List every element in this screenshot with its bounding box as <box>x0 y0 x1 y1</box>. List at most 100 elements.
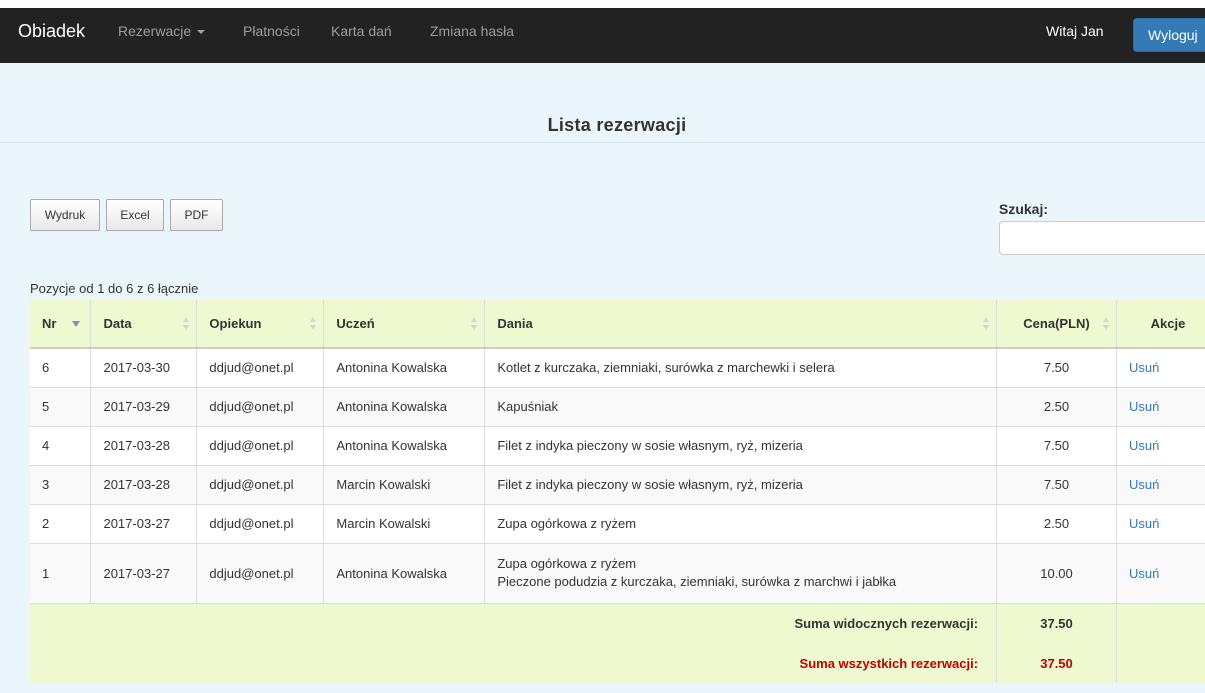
col-header-label: Akcje <box>1150 316 1186 331</box>
cell-dishes: Filet z indyka pieczony w sosie własnym,… <box>484 426 998 466</box>
cell-student: Antonina Kowalska <box>323 387 486 427</box>
delete-link[interactable]: Usuń <box>1129 516 1159 531</box>
cell-actions: Usuń <box>1116 543 1205 604</box>
col-header-label: Cena(PLN) <box>1023 316 1090 331</box>
col-header-label: Dania <box>497 316 533 331</box>
brand-logo[interactable]: Obiadek <box>18 21 85 42</box>
dish-line: Kotlet z kurczaka, ziemniaki, surówka z … <box>497 359 835 375</box>
col-header-actions[interactable]: Akcje <box>1116 300 1205 349</box>
table-row: 6 2017-03-30 ddjud@onet.pl Antonina Kowa… <box>30 348 1205 388</box>
col-header-nr[interactable]: Nr <box>30 300 92 349</box>
nav-platnosci[interactable]: Płatności <box>243 23 300 39</box>
cell-price: 2.50 <box>996 387 1117 427</box>
table-row: 5 2017-03-29 ddjud@onet.pl Antonina Kowa… <box>30 387 1205 427</box>
cell-actions: Usuń <box>1116 348 1205 388</box>
table-row: 1 2017-03-27 ddjud@onet.pl Antonina Kowa… <box>30 543 1205 604</box>
cell-actions: Usuń <box>1116 426 1205 466</box>
table-row: 3 2017-03-28 ddjud@onet.pl Marcin Kowals… <box>30 465 1205 505</box>
cell-student: Antonina Kowalska <box>323 543 486 604</box>
cell-nr: 3 <box>30 465 92 505</box>
cell-dishes: Kapuśniak <box>484 387 998 427</box>
cell-dishes: Kotlet z kurczaka, ziemniaki, surówka z … <box>484 348 998 388</box>
col-header-label: Data <box>103 316 132 331</box>
delete-link[interactable]: Usuń <box>1129 360 1159 375</box>
delete-link[interactable]: Usuń <box>1129 566 1159 581</box>
sum-visible-empty <box>1116 603 1205 643</box>
dish-line: Filet z indyka pieczony w sosie własnym,… <box>497 476 803 492</box>
cell-guardian: ddjud@onet.pl <box>196 348 325 388</box>
nav-rezerwacje-label: Rezerwacje <box>118 23 192 39</box>
cell-date: 2017-03-27 <box>90 543 198 604</box>
sum-visible-value: 37.50 <box>996 603 1117 643</box>
excel-button[interactable]: Excel <box>106 199 164 231</box>
sum-all-row: Suma wszystkich rezerwacji: 37.50 <box>30 643 1205 683</box>
col-header-student[interactable]: Uczeń <box>323 300 486 349</box>
cell-actions: Usuń <box>1116 504 1205 544</box>
cell-date: 2017-03-28 <box>90 426 198 466</box>
cell-price: 2.50 <box>996 504 1117 544</box>
cell-student: Antonina Kowalska <box>323 348 486 388</box>
cell-actions: Usuń <box>1116 387 1205 427</box>
cell-dishes: Filet z indyka pieczony w sosie własnym,… <box>484 465 998 505</box>
cell-nr: 1 <box>30 543 92 604</box>
cell-student: Marcin Kowalski <box>323 465 486 505</box>
navbar: Obiadek Rezerwacje Płatności Karta dań Z… <box>0 8 1205 63</box>
sort-icon <box>1102 317 1109 330</box>
col-header-label: Uczeń <box>336 316 375 331</box>
cell-actions: Usuń <box>1116 465 1205 505</box>
nav-rezerwacje[interactable]: Rezerwacje <box>118 23 206 39</box>
col-header-date[interactable]: Data <box>90 300 198 349</box>
sum-visible-label: Suma widocznych rezerwacji: <box>30 603 998 643</box>
nav-zmiana-hasla[interactable]: Zmiana hasła <box>430 23 514 39</box>
cell-guardian: ddjud@onet.pl <box>196 543 325 604</box>
dish-line: Zupa ogórkowa z ryżem <box>497 515 637 531</box>
dish-line: Pieczone podudzia z kurczaka, ziemniaki,… <box>497 574 897 589</box>
sum-all-value: 37.50 <box>996 643 1117 683</box>
col-header-label: Opiekun <box>209 316 262 331</box>
cell-date: 2017-03-28 <box>90 465 198 505</box>
dish-line: Filet z indyka pieczony w sosie własnym,… <box>497 437 803 453</box>
cell-nr: 4 <box>30 426 92 466</box>
sum-all-empty <box>1116 643 1205 683</box>
sort-icon <box>183 317 190 330</box>
cell-guardian: ddjud@onet.pl <box>196 387 325 427</box>
nav-karta-dan[interactable]: Karta dań <box>331 23 392 39</box>
table-row: 2 2017-03-27 ddjud@onet.pl Marcin Kowals… <box>30 504 1205 544</box>
cell-date: 2017-03-30 <box>90 348 198 388</box>
cell-dishes: Zupa ogórkowa z ryżem Pieczone podudzia … <box>484 543 998 604</box>
cell-dishes: Zupa ogórkowa z ryżem <box>484 504 998 544</box>
col-header-price[interactable]: Cena(PLN) <box>996 300 1117 349</box>
welcome-text: Witaj Jan <box>1046 23 1104 39</box>
pdf-button[interactable]: PDF <box>170 199 223 231</box>
logout-button[interactable]: Wyloguj <box>1133 18 1205 52</box>
search-input[interactable] <box>999 221 1205 255</box>
sort-desc-icon <box>72 321 80 334</box>
cell-nr: 5 <box>30 387 92 427</box>
dish-line: Kapuśniak <box>497 398 559 414</box>
caret-down-icon <box>197 30 206 35</box>
sum-visible-row: Suma widocznych rezerwacji: 37.50 <box>30 603 1205 643</box>
delete-link[interactable]: Usuń <box>1129 438 1159 453</box>
cell-price: 7.50 <box>996 465 1117 505</box>
cell-guardian: ddjud@onet.pl <box>196 426 325 466</box>
cell-student: Antonina Kowalska <box>323 426 486 466</box>
cell-nr: 2 <box>30 504 92 544</box>
col-header-guardian[interactable]: Opiekun <box>196 300 325 349</box>
table-info: Pozycje od 1 do 6 z 6 łącznie <box>30 281 199 296</box>
delete-link[interactable]: Usuń <box>1129 477 1159 492</box>
print-button[interactable]: Wydruk <box>30 199 100 231</box>
cell-guardian: ddjud@onet.pl <box>196 465 325 505</box>
reservations-table: Nr Data Opiekun Uczeń Dania Cena(PLN) Ak… <box>30 300 1205 683</box>
sort-icon <box>310 317 317 330</box>
delete-link[interactable]: Usuń <box>1129 399 1159 414</box>
cell-price: 7.50 <box>996 348 1117 388</box>
cell-student: Marcin Kowalski <box>323 504 486 544</box>
col-header-label: Nr <box>42 316 57 331</box>
page-title: Lista rezerwacji <box>547 115 687 135</box>
cell-price: 10.00 <box>996 543 1117 604</box>
col-header-dishes[interactable]: Dania <box>484 300 998 349</box>
table-row: 4 2017-03-28 ddjud@onet.pl Antonina Kowa… <box>30 426 1205 466</box>
cell-date: 2017-03-29 <box>90 387 198 427</box>
cell-guardian: ddjud@onet.pl <box>196 504 325 544</box>
sort-icon <box>471 317 478 330</box>
